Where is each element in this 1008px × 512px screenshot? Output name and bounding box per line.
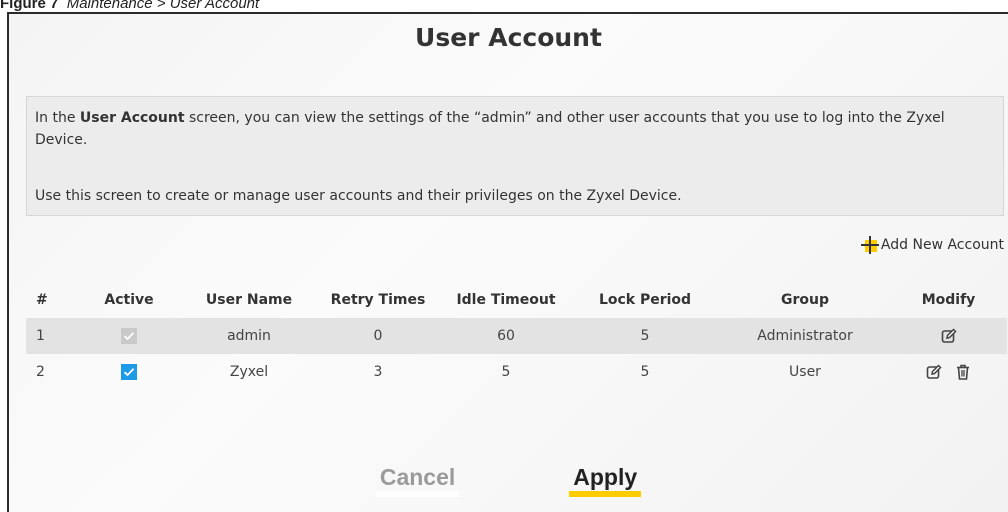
info-box: In the User Account screen, you can view… [26, 96, 1004, 216]
active-cell [74, 318, 184, 354]
retry-times-cell: 0 [314, 318, 442, 354]
user-accounts-table: # Active User Name Retry Times Idle Time… [26, 282, 1007, 390]
edit-icon[interactable] [940, 327, 958, 345]
column-header-retry-times: Retry Times [330, 292, 426, 308]
user-name-cell: Zyxel [229, 364, 269, 380]
active-checkbox[interactable] [121, 364, 137, 380]
table-row: 1 admin 0 60 5 Administrator [26, 318, 1007, 354]
info-text-usage: Use this screen to create or manage user… [35, 188, 682, 204]
group-cell: User [789, 364, 821, 380]
edit-icon[interactable] [925, 363, 943, 381]
column-header-user-name: User Name [205, 292, 293, 308]
group-cell: Administrator [720, 318, 890, 354]
form-buttons: Cancel Apply [9, 464, 1008, 497]
user-account-panel: User Account In the User Account screen,… [7, 12, 1008, 512]
modify-cell [890, 318, 1007, 354]
add-new-account-label: Add New Account [880, 237, 1004, 253]
plus-icon [860, 236, 879, 254]
column-header-group: Group [780, 292, 829, 308]
column-header-idle-timeout: Idle Timeout [456, 292, 556, 308]
info-text-intro: In the User Account screen, you can view… [35, 110, 945, 148]
row-number: 1 [26, 318, 74, 354]
retry-times-cell: 3 [373, 364, 383, 380]
figure-label: Figure 7 [0, 0, 59, 12]
figure-caption-text: Maintenance > User Account [66, 0, 260, 12]
add-new-account-button[interactable]: Add New Account [860, 236, 1004, 254]
cancel-button[interactable]: Cancel [375, 464, 460, 497]
modify-cell [890, 354, 1007, 390]
lock-period-cell: 5 [570, 318, 720, 354]
active-cell [74, 354, 184, 390]
page-title: User Account [415, 23, 602, 52]
lock-period-cell: 5 [640, 364, 650, 380]
user-name-cell: admin [184, 318, 314, 354]
table-header-row: # Active User Name Retry Times Idle Time… [26, 282, 1007, 318]
figure-caption: Figure 7 Maintenance > User Account [0, 0, 260, 12]
row-number: 2 [36, 364, 45, 380]
column-header-modify: Modify [921, 292, 976, 308]
idle-timeout-cell: 5 [501, 364, 511, 380]
delete-icon[interactable] [954, 363, 972, 381]
active-checkbox[interactable] [121, 328, 137, 344]
table-row: 2 Zyxel 3 5 5 User [26, 354, 1007, 390]
apply-button[interactable]: Apply [569, 464, 642, 497]
column-header-lock-period: Lock Period [598, 292, 692, 308]
column-header-number: # [36, 292, 48, 308]
idle-timeout-cell: 60 [442, 318, 570, 354]
column-header-active: Active [104, 292, 154, 308]
